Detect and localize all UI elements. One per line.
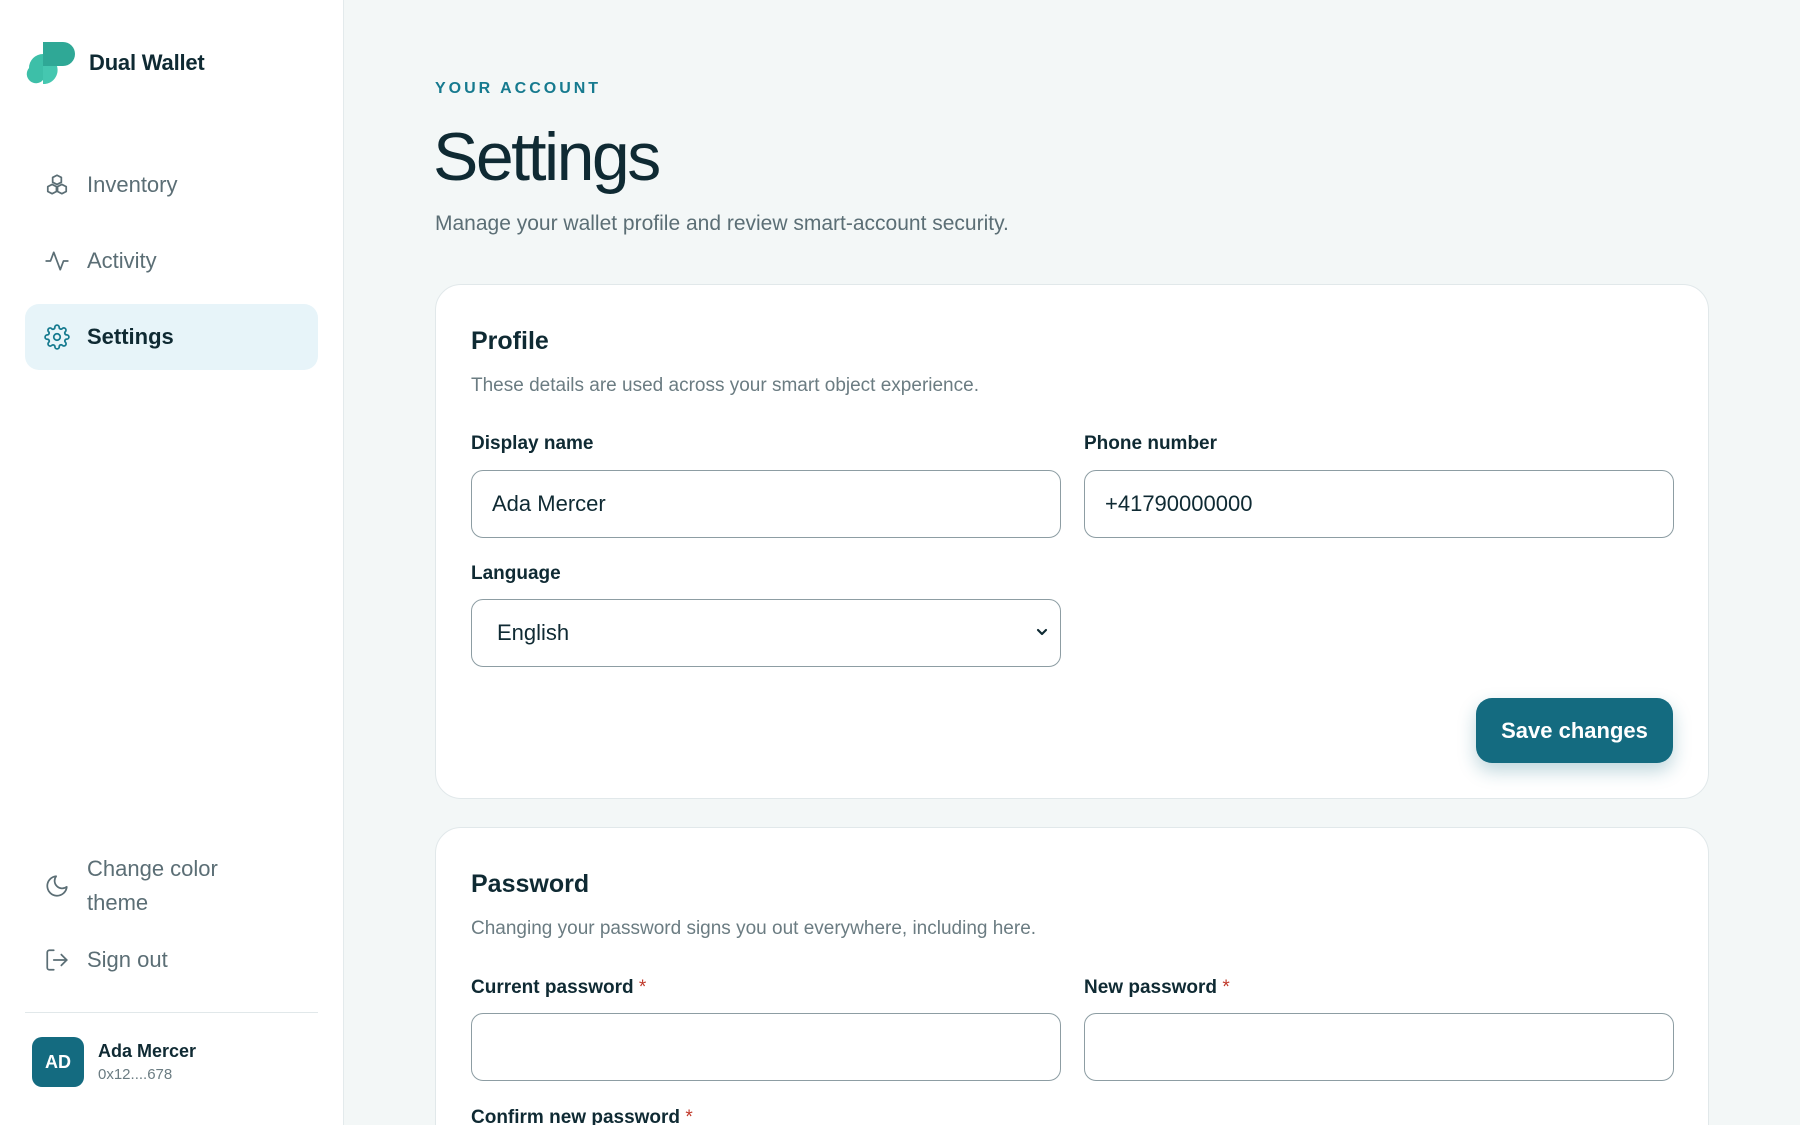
wallet-address: 0x12....678 — [98, 1066, 173, 1083]
profile-title: Profile — [471, 327, 549, 355]
new-password-input[interactable] — [1084, 1013, 1674, 1081]
page-eyebrow: YOUR ACCOUNT — [435, 80, 602, 97]
profile-subtitle: These details are used across your smart… — [471, 375, 979, 396]
page-subtitle: Manage your wallet profile and review sm… — [435, 212, 1009, 235]
sidebar: Dual Wallet Inventory Activity Settings … — [0, 0, 344, 1125]
sidebar-item-activity[interactable]: Activity — [25, 228, 318, 294]
language-select[interactable]: English — [471, 599, 1061, 667]
sidebar-nav: Inventory Activity Settings — [25, 152, 318, 380]
gear-icon — [43, 323, 71, 351]
sidebar-divider — [25, 1012, 318, 1013]
confirm-password-label-text: Confirm new password — [471, 1107, 681, 1125]
required-mark: * — [685, 1107, 693, 1125]
moon-icon — [43, 872, 71, 900]
display-name-input[interactable] — [471, 470, 1061, 538]
user-card[interactable]: AD Ada Mercer 0x12....678 — [32, 1037, 196, 1087]
page-title: Settings — [433, 119, 661, 195]
user-name: Ada Mercer — [98, 1041, 197, 1061]
sign-out-button[interactable]: Sign out — [25, 934, 318, 986]
save-changes-button[interactable]: Save changes — [1476, 698, 1673, 763]
boxes-icon — [43, 171, 71, 199]
required-mark: * — [638, 977, 647, 998]
avatar: AD — [32, 1037, 84, 1087]
language-label: Language — [471, 563, 561, 584]
user-info: Ada Mercer 0x12....678 — [98, 1041, 196, 1083]
confirm-password-label: Confirm new password * — [471, 1107, 693, 1125]
required-mark: * — [1222, 977, 1230, 998]
change-theme-label: Change color theme — [87, 856, 218, 915]
phone-number-label: Phone number — [1084, 433, 1218, 454]
phone-number-input[interactable] — [1084, 470, 1674, 538]
display-name-label: Display name — [471, 433, 594, 454]
password-subtitle: Changing your password signs you out eve… — [471, 918, 1037, 939]
current-password-label: Current password * — [471, 977, 646, 999]
brand[interactable]: Dual Wallet — [25, 40, 205, 86]
language-selected-value: English — [497, 620, 570, 645]
current-password-input[interactable] — [471, 1013, 1061, 1081]
profile-card: Profile These details are used across yo… — [435, 284, 1709, 799]
sidebar-item-label: Settings — [87, 324, 174, 349]
sidebar-item-settings[interactable]: Settings — [25, 304, 318, 370]
password-card: Password Changing your password signs yo… — [435, 827, 1709, 1125]
sidebar-item-label: Activity — [87, 248, 157, 273]
sidebar-item-inventory[interactable]: Inventory — [25, 152, 318, 218]
sidebar-footer: Change color theme Sign out — [25, 848, 318, 986]
sign-out-icon — [43, 946, 71, 974]
password-title: Password — [471, 870, 590, 898]
sidebar-item-label: Inventory — [87, 172, 178, 197]
activity-icon — [43, 247, 71, 275]
chevron-down-icon — [1034, 620, 1050, 646]
sign-out-label: Sign out — [87, 947, 168, 972]
main-content: YOUR ACCOUNT Settings Manage your wallet… — [344, 0, 1800, 1125]
dual-wallet-logo-icon — [26, 42, 75, 85]
new-password-label-text: New password — [1084, 977, 1218, 998]
change-theme-button[interactable]: Change color theme — [25, 848, 318, 924]
current-password-label-text: Current password — [471, 977, 634, 998]
new-password-label: New password * — [1084, 977, 1230, 999]
app-name: Dual Wallet — [89, 50, 205, 75]
